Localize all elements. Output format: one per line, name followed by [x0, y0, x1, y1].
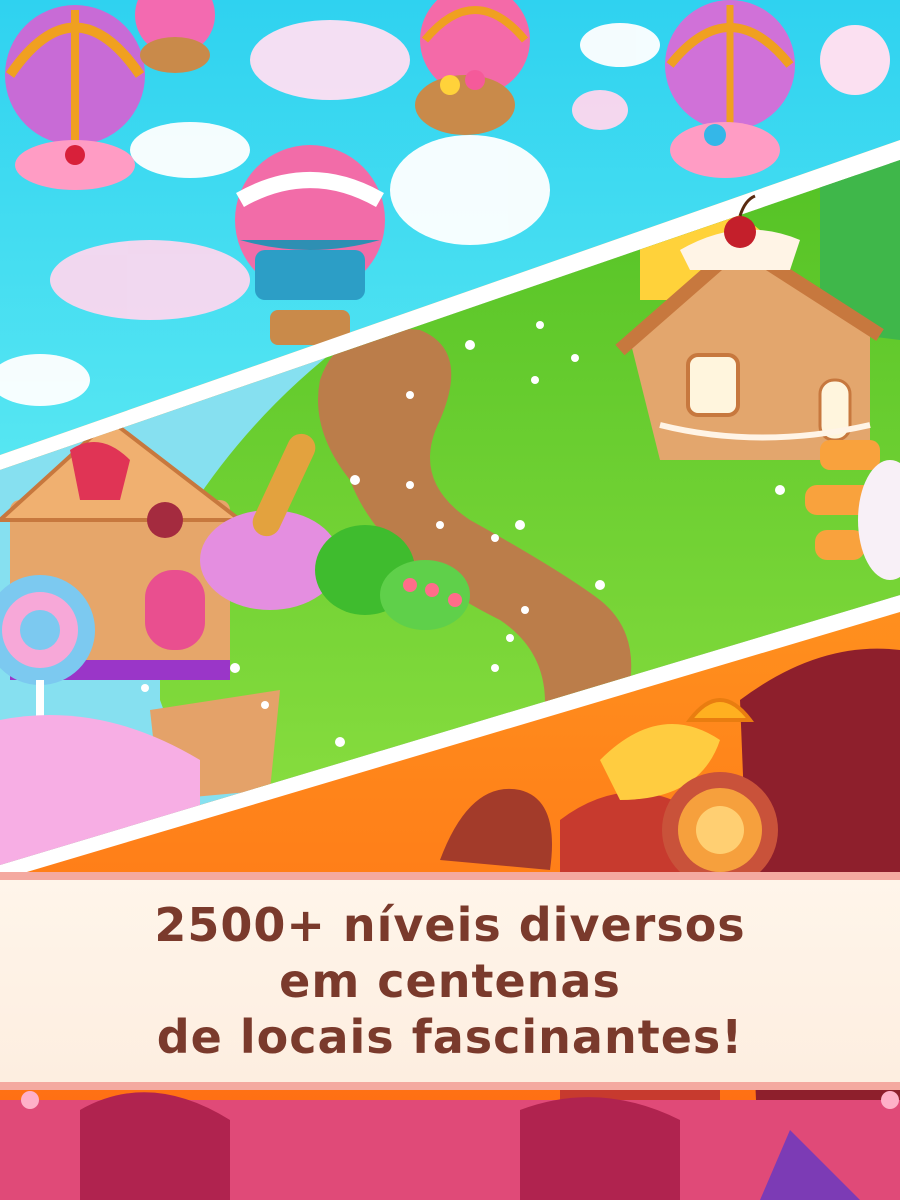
promo-banner: 2500+ níveis diversos em centenas de loc…: [0, 872, 900, 1090]
banner-line-3: de locais fascinantes!: [156, 1010, 744, 1064]
banner-line-2: em centenas: [279, 954, 621, 1008]
balloon: [135, 0, 215, 73]
balloon: [5, 5, 145, 190]
banner-line-1: 2500+ níveis diversos: [154, 898, 746, 952]
balloon: [665, 0, 795, 178]
